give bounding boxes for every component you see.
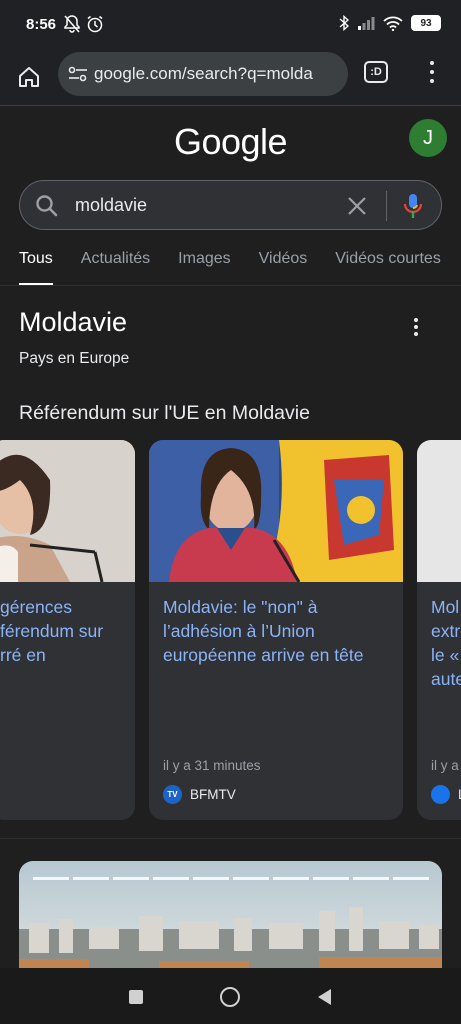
knowledge-subtitle: Pays en Europe (19, 350, 130, 367)
tab-videos[interactable]: Vidéos (259, 250, 308, 286)
browser-menu-button[interactable] (420, 58, 444, 86)
signal-icon (358, 17, 375, 30)
knowledge-title[interactable]: Moldavie (19, 307, 127, 338)
account-avatar[interactable]: J (409, 119, 447, 157)
news-timestamp: il y a 31 minutes (163, 758, 261, 773)
system-navigation-bar (0, 968, 461, 1024)
search-divider (386, 191, 387, 221)
tabs-divider (0, 285, 461, 286)
search-tabs: Tous Actualités Images Vidéos Vidéos cou… (19, 250, 461, 286)
video-thumbnail[interactable] (19, 861, 442, 981)
search-input[interactable]: moldavie (75, 195, 147, 216)
news-thumbnail (417, 440, 461, 582)
search-icon (36, 195, 58, 217)
close-icon[interactable] (346, 195, 368, 217)
bfmtv-logo-icon: TV (163, 785, 182, 804)
site-info-button[interactable] (66, 62, 90, 86)
section-divider (0, 838, 461, 839)
notifications-off-icon (64, 15, 80, 33)
more-vert-icon (414, 318, 418, 322)
address-bar[interactable]: google.com/search?q=molda (58, 52, 348, 96)
tab-images[interactable]: Images (178, 250, 230, 286)
news-thumbnail (0, 440, 135, 582)
more-vert-icon (430, 60, 434, 65)
news-card[interactable]: Moldavie: le "non" à l’adhésion à l’Unio… (149, 440, 403, 820)
news-source[interactable]: TV BFMTV (163, 785, 236, 804)
home-icon (19, 67, 39, 87)
google-logo[interactable]: Google (0, 121, 461, 163)
tab-switcher-button[interactable]: :D (364, 61, 388, 83)
news-card[interactable]: Mol extr le « aute il y a L (417, 440, 461, 820)
news-card[interactable]: gérences férendum sur rré en (0, 440, 135, 820)
tab-videos-courtes[interactable]: Vidéos courtes (335, 250, 441, 286)
news-section-title: Référendum sur l'UE en Moldavie (19, 402, 310, 424)
url-text[interactable]: google.com/search?q=molda (94, 64, 344, 84)
tab-tous[interactable]: Tous (19, 250, 53, 286)
recents-button[interactable] (129, 990, 143, 1004)
news-source-name: BFMTV (190, 787, 236, 802)
news-headline[interactable]: Mol extr le « aute (431, 595, 461, 691)
bluetooth-icon (339, 15, 349, 31)
knowledge-more-button[interactable] (412, 318, 420, 336)
home-nav-button[interactable] (220, 987, 240, 1007)
news-thumbnail (149, 440, 403, 582)
mic-icon[interactable] (402, 192, 424, 220)
wifi-icon (383, 16, 403, 31)
news-headline[interactable]: Moldavie: le "non" à l’adhésion à l’Unio… (163, 595, 391, 667)
status-time: 8:56 (26, 16, 57, 33)
tab-actualites[interactable]: Actualités (81, 250, 150, 286)
news-timestamp: il y a (431, 758, 459, 773)
alarm-icon (87, 15, 103, 33)
news-headline[interactable]: gérences férendum sur rré en (0, 595, 123, 667)
home-button[interactable] (12, 60, 46, 94)
news-source[interactable]: L (431, 785, 461, 804)
tune-icon (68, 66, 87, 82)
status-bar: 8:56 93 (0, 0, 461, 50)
battery-indicator: 93 (411, 15, 441, 31)
browser-toolbar: google.com/search?q=molda :D (0, 50, 461, 106)
source-logo-icon (431, 785, 450, 804)
search-box[interactable]: moldavie (19, 180, 442, 230)
back-button[interactable] (318, 989, 331, 1005)
